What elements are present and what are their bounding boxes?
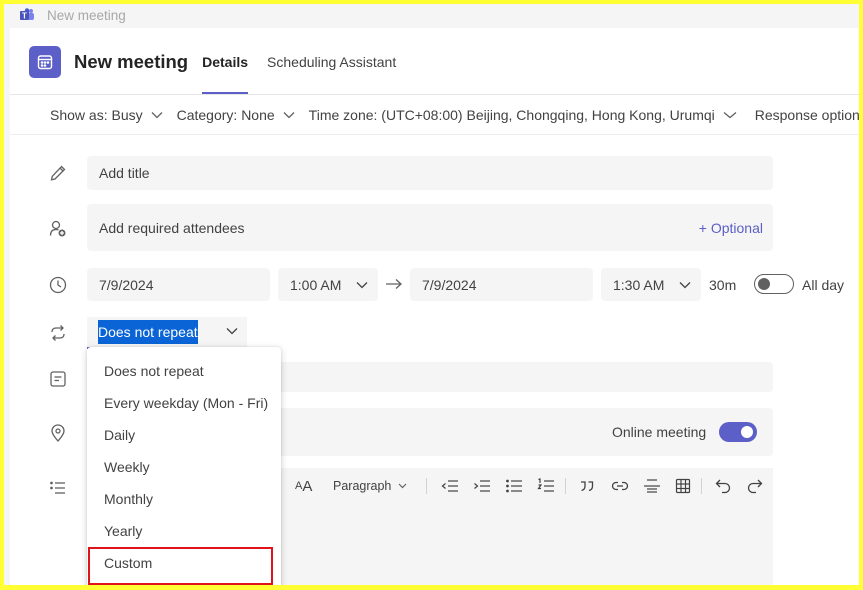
title-input[interactable]: Add title [87, 156, 773, 190]
repeat-option-custom[interactable]: Custom [87, 547, 281, 585]
toolbar-separator [701, 478, 702, 494]
end-date-input[interactable]: 7/9/2024 [410, 268, 593, 301]
redo-icon[interactable] [747, 476, 763, 496]
repeat-option-daily[interactable]: Daily [87, 419, 281, 451]
window-title: New meeting [47, 7, 126, 23]
tab-details[interactable]: Details [202, 28, 248, 95]
tab-scheduling-assistant[interactable]: Scheduling Assistant [267, 28, 396, 95]
repeat-option-every-weekday[interactable]: Every weekday (Mon - Fri) [87, 387, 281, 419]
teams-logo-icon: T [20, 8, 35, 22]
options-bar: Show as: Busy Category: None Time zone: … [10, 95, 859, 135]
repeat-icon [51, 325, 65, 341]
all-day-label: All day [802, 277, 845, 293]
pencil-icon [50, 165, 66, 181]
quote-icon[interactable] [579, 476, 595, 496]
show-as-label: Show as: Busy [50, 106, 143, 123]
clock-icon [49, 276, 67, 294]
app-frame: T New meeting New meeting Details Schedu… [4, 4, 859, 585]
end-time-dropdown[interactable]: 1:30 AM [601, 268, 701, 301]
repeat-options-menu: Does not repeat Every weekday (Mon - Fri… [87, 347, 281, 585]
increase-indent-icon[interactable] [473, 476, 491, 496]
arrow-right-icon [386, 279, 402, 289]
start-date-input[interactable]: 7/9/2024 [87, 268, 270, 301]
duration-label: 30m [709, 277, 737, 293]
chevron-down-icon [398, 483, 407, 489]
svg-text:T: T [22, 12, 27, 21]
meeting-form: New meeting Details Scheduling Assistant… [10, 28, 859, 585]
start-date-value: 7/9/2024 [99, 276, 154, 293]
bullet-list-icon[interactable] [505, 476, 523, 496]
time-zone-label: Time zone: (UTC+08:00) Beijing, Chongqin… [308, 106, 715, 123]
attendees-input[interactable]: Add required attendees + Optional [87, 204, 773, 251]
link-icon[interactable] [611, 476, 629, 496]
undo-icon[interactable] [715, 476, 731, 496]
response-options-dropdown[interactable]: Response options [755, 107, 859, 123]
start-time-dropdown[interactable]: 1:00 AM [278, 268, 378, 301]
response-options-label: Response options [754, 106, 859, 123]
show-as-dropdown[interactable]: Show as: Busy [50, 107, 163, 123]
repeat-option-weekly[interactable]: Weekly [87, 451, 281, 483]
chevron-down-icon [151, 111, 163, 118]
horizontal-rule-icon[interactable] [643, 476, 661, 496]
attendees-placeholder: Add required attendees [99, 219, 245, 236]
start-time-value: 1:00 AM [290, 276, 342, 293]
category-dropdown[interactable]: Category: None [177, 107, 295, 123]
chevron-down-icon [679, 282, 691, 289]
online-meeting-label: Online meeting [612, 424, 707, 440]
all-day-toggle[interactable] [754, 274, 794, 294]
font-size-icon[interactable]: AA [295, 476, 312, 496]
time-zone-dropdown[interactable]: Time zone: (UTC+08:00) Beijing, Chongqin… [309, 107, 737, 123]
calendar-icon [29, 45, 61, 78]
chevron-down-icon [356, 282, 368, 289]
location-icon [51, 424, 65, 442]
category-label: Category: None [176, 106, 275, 123]
repeat-selected-value: Does not repeat [98, 320, 198, 344]
toolbar-separator [565, 478, 566, 494]
toolbar-separator [426, 478, 427, 494]
window-titlebar: T New meeting [4, 4, 859, 26]
numbered-list-icon[interactable] [537, 476, 555, 496]
repeat-dropdown[interactable]: Does not repeat [87, 317, 247, 349]
add-person-icon [49, 220, 66, 237]
repeat-option-monthly[interactable]: Monthly [87, 483, 281, 515]
details-list-icon [50, 481, 65, 494]
title-placeholder: Add title [99, 165, 150, 181]
paragraph-style-dropdown[interactable]: Paragraph [333, 476, 407, 496]
chevron-down-icon [283, 111, 295, 118]
decrease-indent-icon[interactable] [441, 476, 459, 496]
channel-icon [50, 371, 66, 387]
paragraph-style-label: Paragraph [333, 479, 392, 493]
chevron-down-icon [723, 111, 737, 118]
chevron-down-icon [226, 328, 238, 335]
end-time-value: 1:30 AM [613, 276, 665, 293]
end-date-value: 7/9/2024 [422, 276, 477, 293]
optional-attendees-link[interactable]: + Optional [699, 220, 763, 236]
form-header: New meeting Details Scheduling Assistant [10, 28, 859, 95]
online-meeting-toggle[interactable] [719, 422, 757, 442]
repeat-option-yearly[interactable]: Yearly [87, 515, 281, 547]
repeat-option-does-not-repeat[interactable]: Does not repeat [87, 355, 281, 387]
table-icon[interactable] [675, 476, 691, 496]
page-title: New meeting [74, 50, 189, 72]
